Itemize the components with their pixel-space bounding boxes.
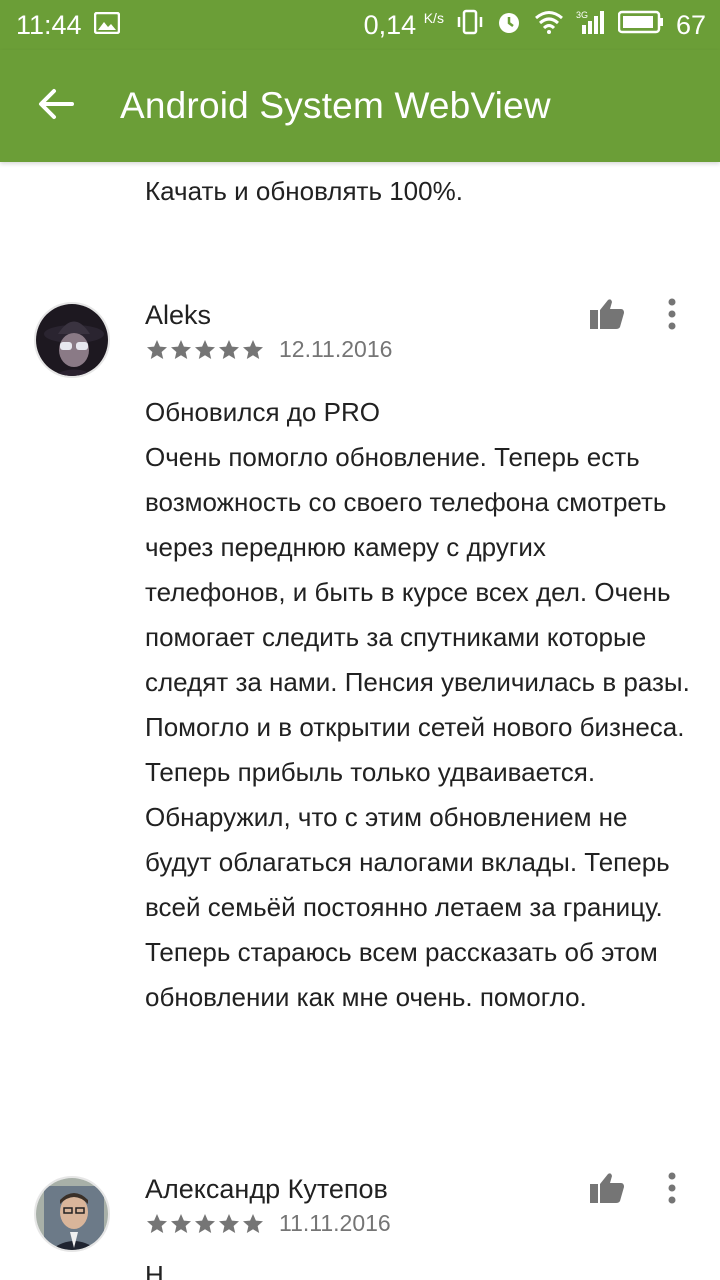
star-icon — [195, 1213, 215, 1233]
avatar[interactable] — [34, 302, 110, 378]
avatar[interactable] — [34, 1176, 110, 1252]
image-icon — [93, 10, 120, 41]
star-icon — [219, 1213, 239, 1233]
battery-level: 67 — [675, 9, 706, 40]
star-icon — [147, 339, 167, 359]
star-icon — [171, 1213, 191, 1233]
previous-review-text: квартире . Жизнь то налаживается. Качать… — [145, 176, 463, 206]
review-date: 11.11.2016 — [279, 1210, 391, 1236]
alarm-icon — [496, 9, 522, 42]
review-text: Обновился до PRO Очень помогло обновлени… — [145, 397, 690, 1012]
battery-icon — [617, 10, 664, 41]
speed-value: 0,14 — [363, 9, 417, 40]
star-rating — [145, 1212, 265, 1236]
vibrate-icon — [456, 9, 484, 42]
review-text-peek: Н — [145, 1260, 164, 1280]
network-speed: 0,14 K/s — [364, 10, 444, 41]
review-author: Александр Кутепов — [145, 1174, 388, 1204]
more-vert-icon — [668, 1172, 676, 1204]
review-author: Aleks — [145, 300, 212, 330]
signal-icon: 3G — [576, 9, 606, 42]
star-rating — [145, 338, 265, 362]
more-vert-icon — [668, 298, 676, 330]
status-time: 11:44 — [16, 9, 82, 40]
status-bar: 11:44 0,14 K/s 3G 67 — [0, 0, 720, 50]
star-icon — [243, 1213, 263, 1233]
review-rating: 11.11.2016 — [145, 1210, 391, 1237]
speed-unit: K/s — [423, 9, 444, 26]
star-icon — [243, 339, 263, 359]
star-icon — [195, 339, 215, 359]
app-bar: Android System WebView — [0, 50, 720, 162]
review-date: 12.11.2016 — [279, 336, 393, 362]
arrow-back-icon — [38, 88, 74, 125]
thumb-up-icon — [590, 299, 624, 329]
back-button[interactable] — [0, 50, 112, 162]
star-icon — [219, 339, 239, 359]
helpful-button[interactable] — [586, 294, 628, 334]
reviews-list[interactable]: квартире . Жизнь то налаживается. Качать… — [0, 162, 720, 1280]
star-icon — [171, 339, 191, 359]
more-options-button[interactable] — [656, 1166, 688, 1210]
wifi-icon — [534, 10, 564, 41]
review-rating: 12.11.2016 — [145, 336, 392, 363]
more-options-button[interactable] — [656, 292, 688, 336]
thumb-up-icon — [590, 1173, 624, 1203]
star-icon — [147, 1213, 167, 1233]
helpful-button[interactable] — [586, 1168, 628, 1208]
svg-text:3G: 3G — [576, 10, 588, 20]
page-title: Android System WebView — [120, 85, 551, 126]
